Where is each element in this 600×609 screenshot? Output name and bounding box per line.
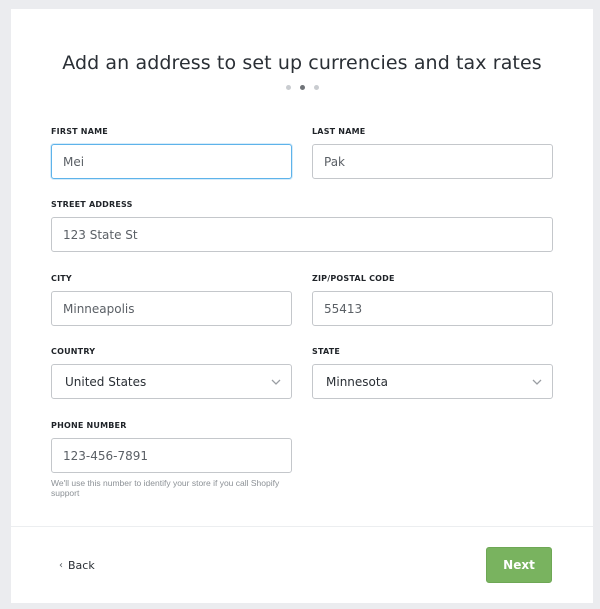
phone-help-text: We'll use this number to identify your s… [51,478,280,498]
page-title: Add an address to set up currencies and … [62,52,542,74]
country-selected-value: United States [65,374,147,389]
step-dot-1 [285,85,291,90]
back-label: Back [68,559,95,572]
setup-card: Add an address to set up currencies and … [11,9,593,603]
city-field: CITY Minneapolis [51,273,292,326]
zip-field: ZIP/POSTAL CODE 55413 [312,273,553,326]
phone-input[interactable]: 123-456-7891 [51,438,292,473]
state-label: STATE [312,347,341,356]
zip-input[interactable]: 55413 [312,291,553,326]
street-address-field: STREET ADDRESS 123 State St [51,199,553,252]
state-select[interactable]: Minnesota [312,364,553,399]
footer-divider [11,526,593,527]
chevron-left-icon: ‹ [59,560,63,571]
last-name-label: LAST NAME [312,127,366,136]
first-name-input[interactable]: Mei [51,144,292,179]
zip-value: 55413 [324,301,363,316]
next-label: Next [503,558,535,572]
first-name-label: FIRST NAME [51,127,108,136]
state-field: STATE Minnesota [312,346,553,399]
street-address-value: 123 State St [63,227,138,242]
last-name-field: LAST NAME Pak [312,126,553,179]
state-selected-value: Minnesota [326,374,388,389]
step-dot-3 [313,85,319,90]
chevron-down-icon [271,379,281,385]
back-button[interactable]: ‹ Back [59,559,95,572]
phone-field: PHONE NUMBER 123-456-7891 We'll use this… [51,420,292,498]
first-name-value: Mei [63,154,85,169]
next-button[interactable]: Next [486,547,552,583]
step-dot-2-active [299,85,305,90]
country-select[interactable]: United States [51,364,292,399]
step-indicator [11,85,593,90]
chevron-down-icon [532,379,542,385]
last-name-value: Pak [324,154,345,169]
last-name-input[interactable]: Pak [312,144,553,179]
country-label: COUNTRY [51,347,96,356]
city-value: Minneapolis [63,301,135,316]
city-input[interactable]: Minneapolis [51,291,292,326]
country-field: COUNTRY United States [51,346,292,399]
city-label: CITY [51,274,72,283]
first-name-field: FIRST NAME Mei [51,126,292,179]
phone-value: 123-456-7891 [63,448,149,463]
street-address-label: STREET ADDRESS [51,200,133,209]
zip-label: ZIP/POSTAL CODE [312,274,395,283]
phone-label: PHONE NUMBER [51,421,127,430]
street-address-input[interactable]: 123 State St [51,217,553,252]
